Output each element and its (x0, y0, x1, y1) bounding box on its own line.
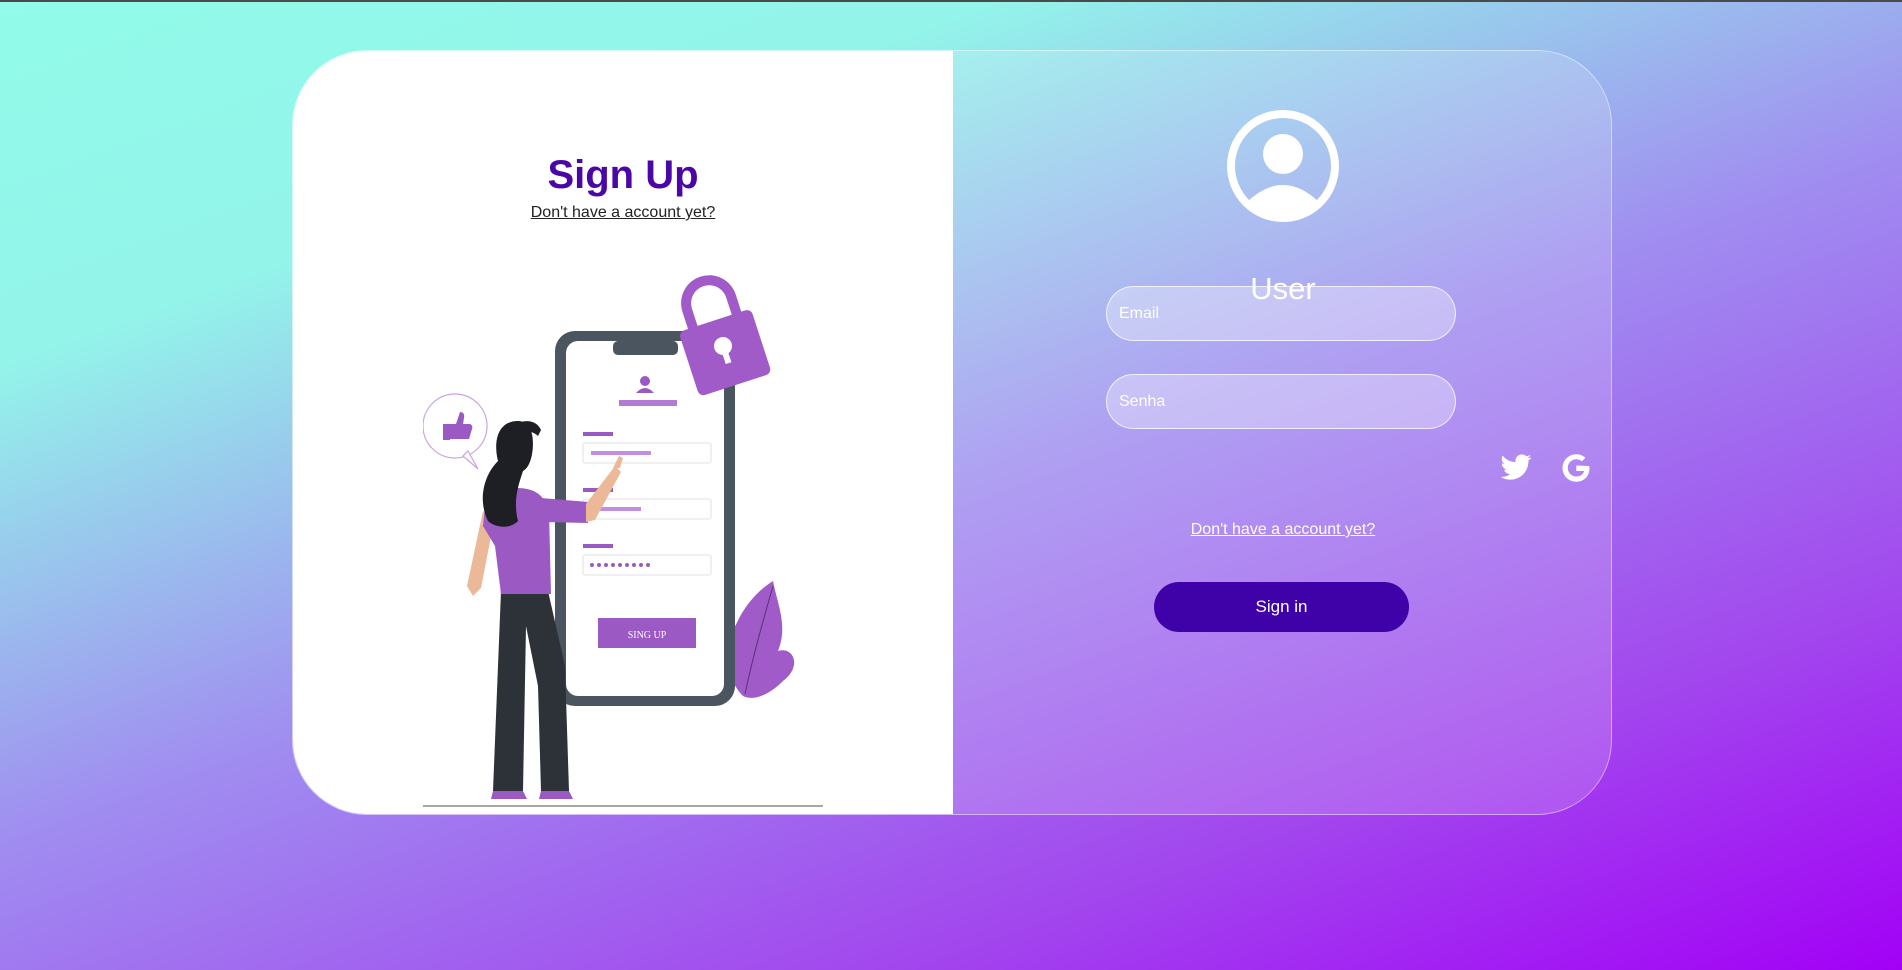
mini-user-icon (640, 376, 650, 386)
signup-panel: Sign Up Don't have a account yet? SING U… (293, 51, 953, 814)
password-field[interactable] (1106, 374, 1456, 429)
phone-notch (613, 341, 678, 355)
signin-panel: User Don't have a account yet? Sign in (953, 51, 1611, 814)
sign-in-button[interactable]: Sign in (1154, 582, 1409, 632)
email-field[interactable] (1106, 286, 1456, 341)
top-border-line (0, 0, 1902, 2)
signin-account-link[interactable]: Don't have a account yet? (953, 521, 1611, 539)
google-icon[interactable] (1559, 451, 1593, 485)
woman-phone-signup-illustration: SING UP (423, 275, 823, 807)
auth-card: Sign Up Don't have a account yet? SING U… (292, 50, 1612, 815)
signup-title: Sign Up (547, 153, 699, 197)
illustration-signup-text: SING UP (628, 630, 667, 641)
user-circle-icon (1227, 110, 1339, 222)
twitter-icon[interactable] (1499, 451, 1533, 485)
thumbs-up-bubble-icon (423, 393, 488, 470)
signup-account-link[interactable]: Don't have a account yet? (293, 204, 953, 222)
